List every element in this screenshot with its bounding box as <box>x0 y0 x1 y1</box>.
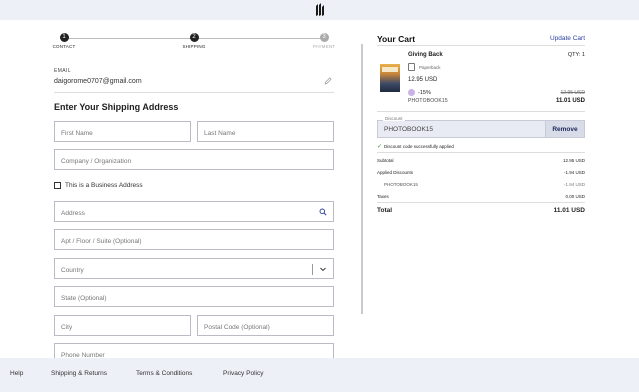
divider <box>377 111 585 112</box>
bookshop-logo-icon[interactable] <box>313 2 325 17</box>
item-price: 12.95 USD <box>408 77 438 83</box>
city-field[interactable] <box>54 315 191 337</box>
company-input[interactable] <box>55 152 333 171</box>
cart-title: Your Cart <box>377 34 416 44</box>
postal-code-input[interactable] <box>198 318 333 337</box>
email-value: daigorome0707@gmail.com <box>54 78 142 85</box>
item-discount-code: PHOTOBOOK15 <box>408 98 448 104</box>
discount-code-label: PHOTOBOOK15 <box>384 182 418 187</box>
chevron-down-icon[interactable] <box>319 265 327 273</box>
apt-input[interactable] <box>55 232 333 251</box>
footer-link-shipping-returns[interactable]: Shipping & Returns <box>51 370 107 377</box>
business-address-option[interactable]: This is a Business Address <box>54 182 143 189</box>
step-label: PAYMENT <box>312 44 336 49</box>
footer-link-privacy[interactable]: Privacy Policy <box>223 370 263 377</box>
step-payment: 3 PAYMENT <box>294 33 354 49</box>
last-name-field[interactable] <box>197 121 334 143</box>
book-cover-image[interactable] <box>380 64 400 92</box>
country-select[interactable] <box>54 258 334 280</box>
address-field[interactable] <box>54 201 334 223</box>
discount-code-value: -1.94 USD <box>563 182 585 187</box>
checkmark-icon: ✓ <box>377 144 383 150</box>
company-field[interactable] <box>54 149 334 171</box>
footer-link-terms[interactable]: Terms & Conditions <box>136 370 192 377</box>
business-address-label: This is a Business Address <box>65 182 143 189</box>
divider <box>377 45 585 46</box>
taxes-label: Taxes <box>377 194 389 199</box>
discount-percent: -15% <box>418 89 431 96</box>
item-quantity[interactable]: QTY: 1 <box>568 52 585 58</box>
top-bar <box>0 0 639 20</box>
checkout-form-panel: 1 CONTACT 2 SHIPPING 3 PAYMENT EMAIL dai… <box>0 20 362 358</box>
step-number: 1 <box>59 33 69 42</box>
total-label: Total <box>377 207 393 214</box>
total-row: Total 11.01 USD <box>377 207 585 214</box>
discounted-price: 11.01 USD <box>555 98 585 104</box>
discount-success-message: ✓ Discount code successfully applied <box>377 143 454 150</box>
taxes-value: 0.00 USD <box>565 194 585 199</box>
original-price: 12.95 USD <box>560 90 585 96</box>
step-label: CONTACT <box>52 44 76 49</box>
city-input[interactable] <box>55 318 190 337</box>
first-name-field[interactable] <box>54 121 191 143</box>
state-field[interactable] <box>54 286 334 308</box>
discount-code-row: PHOTOBOOK15 -1.94 USD <box>377 182 585 187</box>
discount-code-field[interactable]: Remove <box>377 120 585 138</box>
email-label: EMAIL <box>54 68 72 74</box>
first-name-input[interactable] <box>55 124 190 143</box>
step-contact[interactable]: 1 CONTACT <box>34 33 94 49</box>
phone-field[interactable] <box>54 343 334 358</box>
subtotal-row: Subtotal 12.95 USD <box>377 158 585 163</box>
total-value: 11.01 USD <box>553 207 585 214</box>
step-label: SHIPPING <box>182 44 206 49</box>
divider <box>377 152 585 153</box>
search-icon <box>319 208 327 216</box>
phone-input[interactable] <box>55 346 333 358</box>
shipping-section-title: Enter Your Shipping Address <box>54 102 179 112</box>
step-number: 3 <box>319 33 329 42</box>
postal-code-field[interactable] <box>197 315 334 337</box>
footer-link-help[interactable]: Help <box>10 370 23 377</box>
item-title[interactable]: Giving Back <box>408 52 443 58</box>
remove-discount-button[interactable]: Remove <box>545 121 584 137</box>
discount-success-text: Discount code successfully applied <box>384 144 454 149</box>
discount-field-label: Discount <box>383 116 405 121</box>
country-input[interactable] <box>55 261 333 280</box>
item-discount: -15% <box>408 89 431 96</box>
footer: Help Shipping & Returns Terms & Conditio… <box>0 358 639 392</box>
pencil-edit-icon[interactable] <box>324 77 332 85</box>
subtotal-label: Subtotal <box>377 158 394 163</box>
select-separator <box>312 264 313 275</box>
business-address-checkbox[interactable] <box>54 182 61 189</box>
applied-discounts-label: Applied Discounts <box>377 170 414 175</box>
paperback-icon <box>408 63 415 71</box>
step-number: 2 <box>189 33 199 42</box>
state-input[interactable] <box>55 289 333 308</box>
apt-field[interactable] <box>54 229 334 251</box>
divider <box>54 92 334 93</box>
last-name-input[interactable] <box>198 124 333 143</box>
update-cart-link[interactable]: Update Cart <box>550 35 585 42</box>
applied-discounts-row: Applied Discounts -1.94 USD <box>377 170 585 175</box>
address-input[interactable] <box>55 204 333 223</box>
applied-discounts-value: -1.94 USD <box>563 170 585 175</box>
cart-panel: Your Cart Update Cart Giving Back QTY: 1… <box>363 20 639 358</box>
subtotal-value: 12.95 USD <box>562 158 585 163</box>
divider <box>377 202 585 203</box>
step-shipping[interactable]: 2 SHIPPING <box>164 33 224 49</box>
discount-tag-icon <box>408 89 415 96</box>
discount-code-input[interactable] <box>378 121 546 137</box>
item-format: Paperback <box>419 65 441 70</box>
taxes-row: Taxes 0.00 USD <box>377 194 585 199</box>
